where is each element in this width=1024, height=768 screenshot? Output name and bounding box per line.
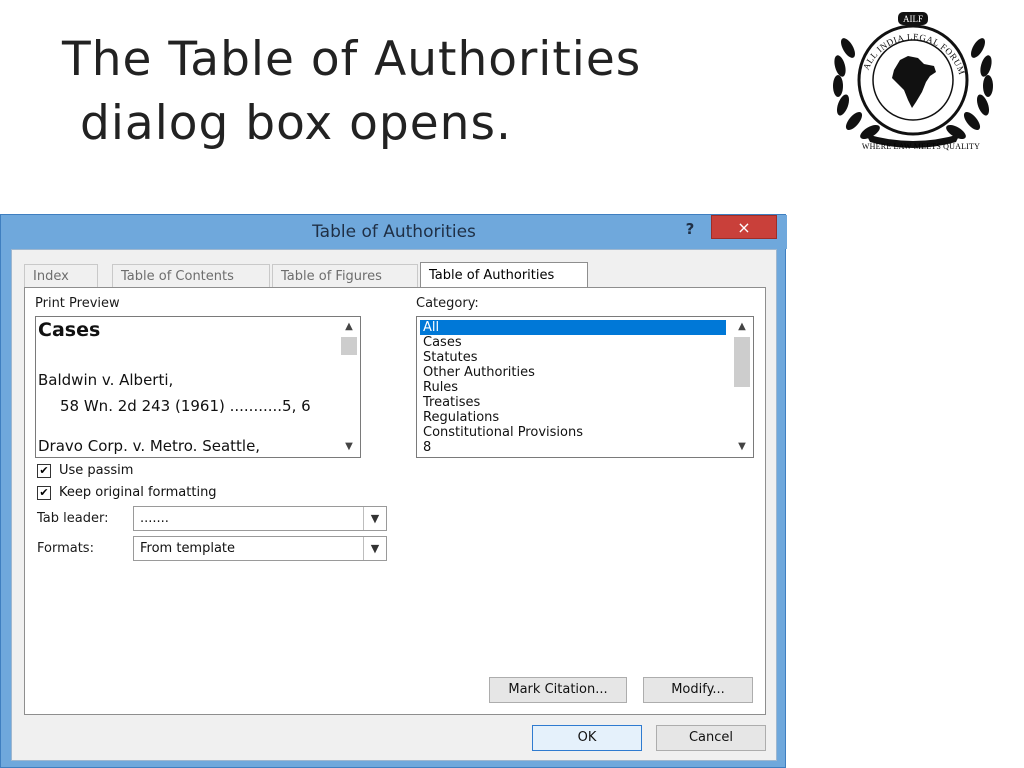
logo-badge-text: AILF	[903, 14, 923, 24]
ok-button[interactable]: OK	[532, 725, 642, 751]
scroll-down-icon[interactable]: ▼	[338, 439, 360, 455]
preview-scrollbar[interactable]: ▲ ▼	[338, 317, 360, 457]
category-item-8[interactable]: 8	[420, 440, 726, 455]
scroll-thumb[interactable]	[734, 337, 750, 387]
category-item-constitutional-provisions[interactable]: Constitutional Provisions	[420, 425, 726, 440]
category-scrollbar[interactable]: ▲ ▼	[731, 317, 753, 457]
ailf-logo: AILF ALL INDIA LEGAL FORUM	[833, 12, 993, 148]
preview-line: 58 Wn. 2d 243 (1961) ...........5, 6	[60, 397, 311, 415]
print-preview-label: Print Preview	[35, 296, 120, 311]
close-icon: ×	[737, 218, 751, 237]
tab-index[interactable]: Index	[24, 264, 98, 287]
dialog-client-area: Index Table of Contents Table of Figures…	[11, 249, 777, 761]
tab-leader-label: Tab leader:	[37, 511, 109, 526]
scroll-down-icon[interactable]: ▼	[731, 439, 753, 455]
slide-title: The Table of Authorities dialog box open…	[62, 28, 762, 156]
category-item-treatises[interactable]: Treatises	[420, 395, 726, 410]
modify-button[interactable]: Modify...	[643, 677, 753, 703]
preview-line: Dravo Corp. v. Metro. Seattle,	[38, 437, 261, 455]
keep-formatting-checkbox[interactable]: ✔	[37, 486, 51, 500]
logo-tagline: WHERE LAW MEETS QUALITY	[861, 142, 981, 151]
slide-title-line-2: dialog box opens.	[80, 96, 512, 151]
category-label: Category:	[416, 296, 479, 311]
help-button[interactable]: ?	[678, 217, 702, 241]
preview-heading: Cases	[38, 319, 101, 341]
use-passim-checkbox[interactable]: ✔	[37, 464, 51, 478]
print-preview-box: Cases Baldwin v. Alberti, 58 Wn. 2d 243 …	[35, 316, 361, 458]
tab-table-of-authorities[interactable]: Table of Authorities	[420, 262, 588, 288]
tab-panel: Print Preview Cases Baldwin v. Alberti, …	[24, 287, 766, 715]
dialog-titlebar[interactable]: Table of Authorities ? ×	[1, 215, 787, 249]
table-of-authorities-dialog: Table of Authorities ? × Index Table of …	[0, 214, 787, 768]
scroll-thumb[interactable]	[341, 337, 357, 355]
use-passim-label: Use passim	[59, 463, 134, 478]
formats-value: From template	[140, 541, 236, 556]
preview-line: Baldwin v. Alberti,	[38, 371, 174, 389]
formats-dropdown[interactable]: From template ▼	[133, 536, 387, 561]
keep-formatting-label: Keep original formatting	[59, 485, 217, 500]
category-item-cases[interactable]: Cases	[420, 335, 726, 350]
category-list[interactable]: All Cases Statutes Other Authorities Rul…	[416, 316, 754, 458]
category-item-statutes[interactable]: Statutes	[420, 350, 726, 365]
tab-leader-dropdown[interactable]: ....... ▼	[133, 506, 387, 531]
tab-table-of-figures[interactable]: Table of Figures	[272, 264, 418, 287]
category-item-other-authorities[interactable]: Other Authorities	[420, 365, 726, 380]
formats-label: Formats:	[37, 541, 94, 556]
chevron-down-icon[interactable]: ▼	[363, 507, 386, 530]
scroll-up-icon[interactable]: ▲	[731, 319, 753, 335]
category-item-all[interactable]: All	[420, 320, 726, 335]
scroll-up-icon[interactable]: ▲	[338, 319, 360, 335]
category-item-regulations[interactable]: Regulations	[420, 410, 726, 425]
chevron-down-icon[interactable]: ▼	[363, 537, 386, 560]
category-item-rules[interactable]: Rules	[420, 380, 726, 395]
dialog-title: Table of Authorities	[312, 222, 476, 242]
tab-table-of-contents[interactable]: Table of Contents	[112, 264, 270, 287]
cancel-button[interactable]: Cancel	[656, 725, 766, 751]
slide-title-line-1: The Table of Authorities	[62, 32, 642, 87]
tab-leader-value: .......	[140, 511, 169, 526]
close-button[interactable]: ×	[711, 215, 777, 239]
mark-citation-button[interactable]: Mark Citation...	[489, 677, 627, 703]
